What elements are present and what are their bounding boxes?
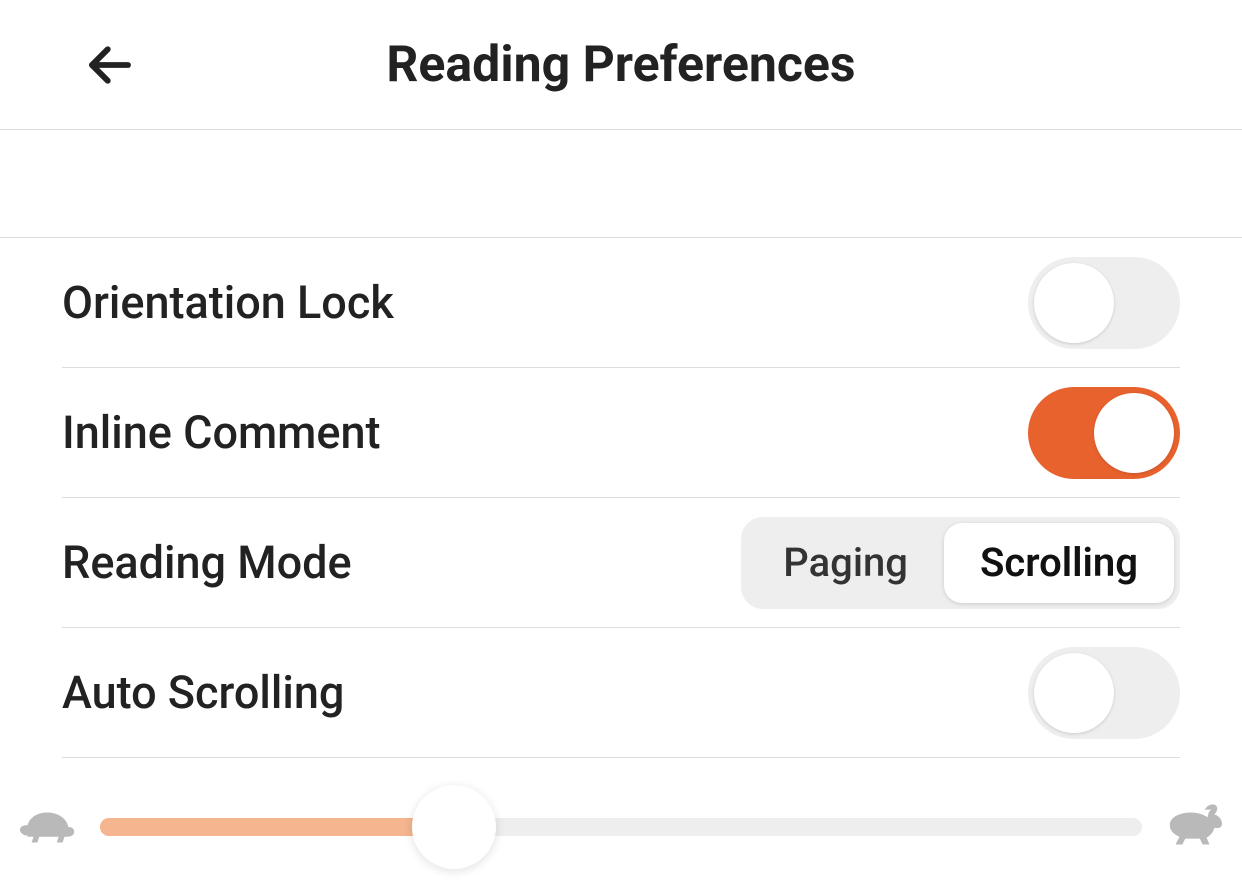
slider-thumb[interactable] bbox=[412, 785, 496, 869]
toggle-knob bbox=[1094, 393, 1174, 473]
segment-scrolling[interactable]: Scrolling bbox=[944, 523, 1174, 603]
rabbit-icon bbox=[1162, 800, 1224, 854]
orientation-lock-toggle[interactable] bbox=[1028, 257, 1180, 349]
toggle-knob bbox=[1034, 653, 1114, 733]
speed-slider[interactable] bbox=[100, 782, 1142, 872]
back-button[interactable] bbox=[80, 35, 140, 95]
segment-paging[interactable]: Paging bbox=[747, 523, 944, 603]
toggle-knob bbox=[1034, 263, 1114, 343]
arrow-left-icon bbox=[83, 38, 137, 92]
setting-row-inline-comment: Inline Comment bbox=[62, 368, 1180, 498]
setting-row-auto-scrolling: Auto Scrolling bbox=[62, 628, 1180, 758]
settings-list: Orientation Lock Inline Comment Reading … bbox=[0, 238, 1242, 758]
inline-comment-label: Inline Comment bbox=[62, 406, 381, 459]
turtle-icon bbox=[18, 800, 80, 854]
reading-mode-segmented[interactable]: Paging Scrolling bbox=[741, 517, 1180, 609]
setting-row-orientation-lock: Orientation Lock bbox=[62, 238, 1180, 368]
header: Reading Preferences bbox=[0, 0, 1242, 130]
inline-comment-toggle[interactable] bbox=[1028, 387, 1180, 479]
orientation-lock-label: Orientation Lock bbox=[62, 276, 394, 329]
page-title: Reading Preferences bbox=[60, 36, 1182, 94]
header-spacer bbox=[0, 130, 1242, 238]
speed-slider-area bbox=[0, 782, 1242, 872]
auto-scrolling-label: Auto Scrolling bbox=[62, 666, 344, 719]
reading-mode-label: Reading Mode bbox=[62, 536, 352, 589]
auto-scrolling-toggle[interactable] bbox=[1028, 647, 1180, 739]
setting-row-reading-mode: Reading Mode Paging Scrolling bbox=[62, 498, 1180, 628]
slider-track-fill bbox=[100, 818, 454, 836]
